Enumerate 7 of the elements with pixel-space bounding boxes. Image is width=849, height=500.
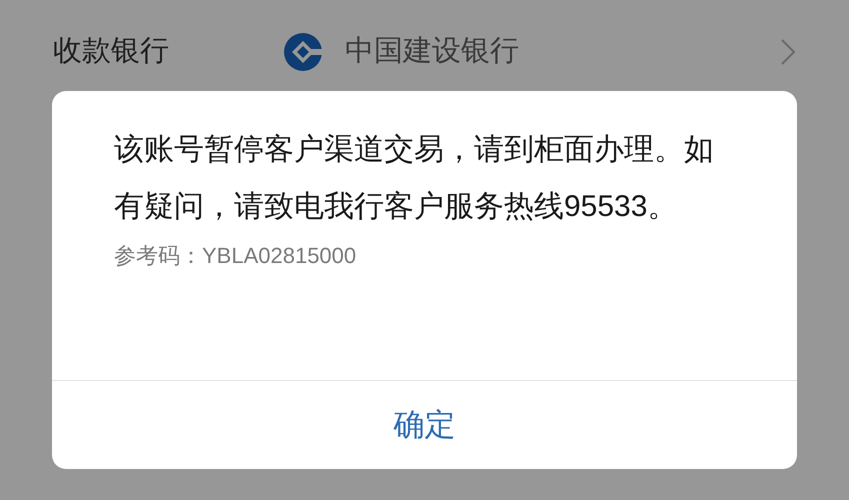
chevron-right-icon[interactable] — [780, 38, 796, 66]
confirm-button[interactable]: 确定 — [52, 381, 797, 469]
field-label: 收款银行 — [53, 34, 170, 70]
alert-message: 该账号暂停客户渠道交易，请到柜面办理。如有疑问，请致电我行客户服务热线95533。 — [114, 132, 715, 225]
reference-code: 参考码：YBLA02815000 — [114, 242, 358, 270]
bank-name: 中国建设银行 — [345, 34, 520, 70]
bank-logo-icon — [283, 32, 323, 72]
